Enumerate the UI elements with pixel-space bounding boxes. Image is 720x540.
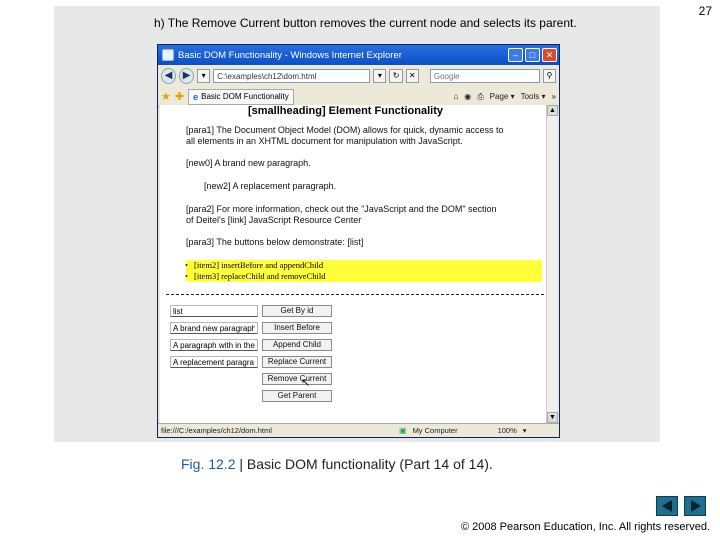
append-child-button[interactable]: Append Child [262, 339, 332, 351]
slide-number: 27 [698, 4, 712, 18]
get-parent-button[interactable]: Get Parent [262, 390, 332, 402]
zoom-dropdown-icon[interactable]: ▾ [523, 426, 527, 435]
copyright-notice: © 2008 Pearson Education, Inc. All right… [460, 521, 710, 533]
para1-line1: [para1] The Document Object Model (DOM) … [186, 125, 504, 135]
tools-menu[interactable]: Tools ▾ [521, 92, 546, 101]
caption-separator: | [235, 456, 247, 472]
tab-basic-dom[interactable]: e Basic DOM Functionality [188, 88, 294, 105]
tab-bar: ★ ✚ e Basic DOM Functionality ⌂ ◉ ⎙ Page… [158, 87, 559, 107]
browser-window: Basic DOM Functionality - Windows Intern… [157, 44, 560, 438]
page-heading: [smallheading] Element Functionality [248, 105, 443, 117]
print-icon[interactable]: ⎙ [477, 92, 483, 102]
get-by-id-button[interactable]: Get By id [262, 305, 332, 317]
new0-paragraph: [new0] A brand new paragraph. [186, 158, 311, 168]
dropdown-icon[interactable]: ▾ [197, 69, 211, 83]
figure-caption: Fig. 12.2 | Basic DOM functionality (Par… [181, 456, 493, 472]
ie-icon [162, 49, 174, 61]
window-title: Basic DOM Functionality - Windows Intern… [178, 49, 402, 61]
home-icon[interactable]: ⌂ [453, 92, 458, 101]
insert-before-button[interactable]: Insert Before [262, 322, 332, 334]
replace-input[interactable] [170, 356, 258, 368]
tools-menu-label: Tools [520, 92, 540, 101]
computer-icon: ▣ [399, 426, 407, 435]
security-zone: My Computer [412, 426, 458, 435]
list-item: [item2] insertBefore and appendChild [185, 260, 323, 270]
control-row [170, 322, 258, 334]
dashed-divider [166, 294, 544, 295]
search-input[interactable] [429, 69, 540, 83]
remove-current-button[interactable]: Remove Current [262, 373, 332, 385]
page-menu[interactable]: Page ▾ [490, 92, 515, 101]
maximize-icon[interactable]: □ [525, 48, 540, 62]
close-icon[interactable]: ✕ [542, 48, 557, 62]
append-input[interactable] [170, 339, 258, 351]
mouse-cursor-icon: ↖ [301, 377, 311, 389]
control-row [170, 339, 258, 351]
status-url: file:///C:/examples/ch12/dom.html [161, 426, 272, 435]
favorites-star-icon[interactable]: ★ [161, 90, 171, 103]
next-slide-button[interactable] [684, 496, 706, 516]
page-icon: e [193, 91, 199, 102]
page-content: [smallheading] Element Functionality [pa… [160, 105, 546, 423]
forward-icon[interactable]: ▶ [179, 68, 195, 84]
scroll-up-icon[interactable]: ▲ [547, 105, 558, 116]
vertical-scrollbar[interactable]: ▲ ▼ [546, 105, 558, 423]
zoom-level[interactable]: 100% [498, 426, 517, 435]
id-input[interactable] [170, 305, 258, 317]
status-bar: file:///C:/examples/ch12/dom.html ▣ My C… [158, 423, 559, 437]
para1-line2: all elements in an XHTML document for ma… [186, 136, 463, 146]
page-menu-label: Page [489, 92, 509, 101]
feeds-icon[interactable]: ◉ [464, 92, 471, 101]
caption-text: Basic DOM functionality (Part 14 of 14). [246, 456, 493, 472]
control-row [170, 356, 258, 368]
address-bar: ◀ ▶ ▾ ▾ ↻ ✕ ⚲ [158, 67, 559, 85]
scroll-down-icon[interactable]: ▼ [547, 412, 558, 423]
stop-icon[interactable]: ✕ [405, 69, 419, 83]
panel-caption: h) The Remove Current button removes the… [154, 16, 577, 30]
command-bar: ⌂ ◉ ⎙ Page ▾ Tools ▾ » [453, 92, 556, 102]
address-dropdown-icon[interactable]: ▾ [373, 69, 387, 83]
tab-label: Basic DOM Functionality [201, 91, 289, 101]
control-row [170, 305, 258, 317]
para2-line1: [para2] For more information, check out … [186, 204, 497, 214]
new2-paragraph: [new2] A replacement paragraph. [204, 181, 337, 191]
back-icon[interactable]: ◀ [161, 68, 177, 84]
previous-slide-button[interactable] [656, 496, 678, 516]
insert-input[interactable] [170, 322, 258, 334]
refresh-icon[interactable]: ↻ [389, 69, 403, 83]
para3-paragraph: [para3] The buttons below demonstrate: [… [186, 237, 364, 247]
para2-line2[interactable]: of Deitel's [link] JavaScript Resource C… [186, 215, 361, 226]
add-favorite-icon[interactable]: ✚ [175, 90, 184, 103]
minimize-icon[interactable]: – [508, 48, 523, 62]
list-item: [item3] replaceChild and removeChild [185, 271, 326, 281]
more-icon[interactable]: » [552, 92, 556, 101]
title-bar: Basic DOM Functionality - Windows Intern… [158, 45, 559, 65]
figure-label: Fig. 12.2 [181, 456, 236, 472]
search-icon[interactable]: ⚲ [542, 69, 556, 83]
address-input[interactable] [213, 69, 371, 83]
replace-current-button[interactable]: Replace Current [262, 356, 332, 368]
